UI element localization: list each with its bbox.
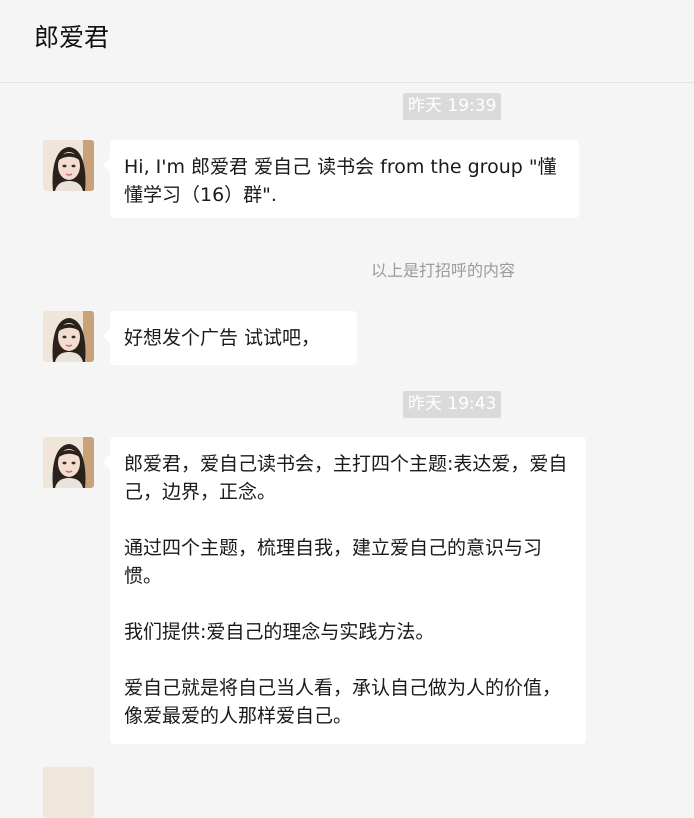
message-bubble[interactable]: 好想发个广告 试试吧， [103,311,357,365]
chat-header: 郎爱君 [0,0,694,83]
message-bubble[interactable]: 郎爱君，爱自己读书会，主打四个主题:表达爱，爱自己，边界，正念。 通过四个主题，… [103,437,586,744]
woman-portrait-icon [43,140,94,191]
message-text: 好想发个广告 试试吧， [124,327,321,349]
avatar[interactable] [43,767,94,818]
system-note: 以上是打招呼的内容 [371,261,516,280]
avatar[interactable] [43,311,94,362]
message-paragraph: 我们提供:爱自己的理念与实践方法。 [124,621,435,643]
message-paragraph: 爱自己就是将自己当人看，承认自己做为人的价值，像爱最爱的人那样爱自己。 [124,677,562,727]
message-paragraph: 郎爱君，爱自己读书会，主打四个主题:表达爱，爱自己，边界，正念。 [124,453,568,503]
woman-portrait-icon [43,437,94,488]
message-text: Hi, I'm 郎爱君 爱自己 读书会 from the group "懂懂学习… [124,156,557,206]
avatar[interactable] [43,140,94,191]
woman-portrait-icon [43,311,94,362]
avatar[interactable] [43,437,94,488]
timestamp: 昨天 19:43 [403,391,502,418]
message-paragraph: 通过四个主题，梳理自我，建立爱自己的意识与习惯。 [124,537,543,587]
chat-title: 郎爱君 [34,23,110,52]
timestamp: 昨天 19:39 [403,93,502,120]
message-bubble[interactable]: Hi, I'm 郎爱君 爱自己 读书会 from the group "懂懂学习… [103,140,579,218]
